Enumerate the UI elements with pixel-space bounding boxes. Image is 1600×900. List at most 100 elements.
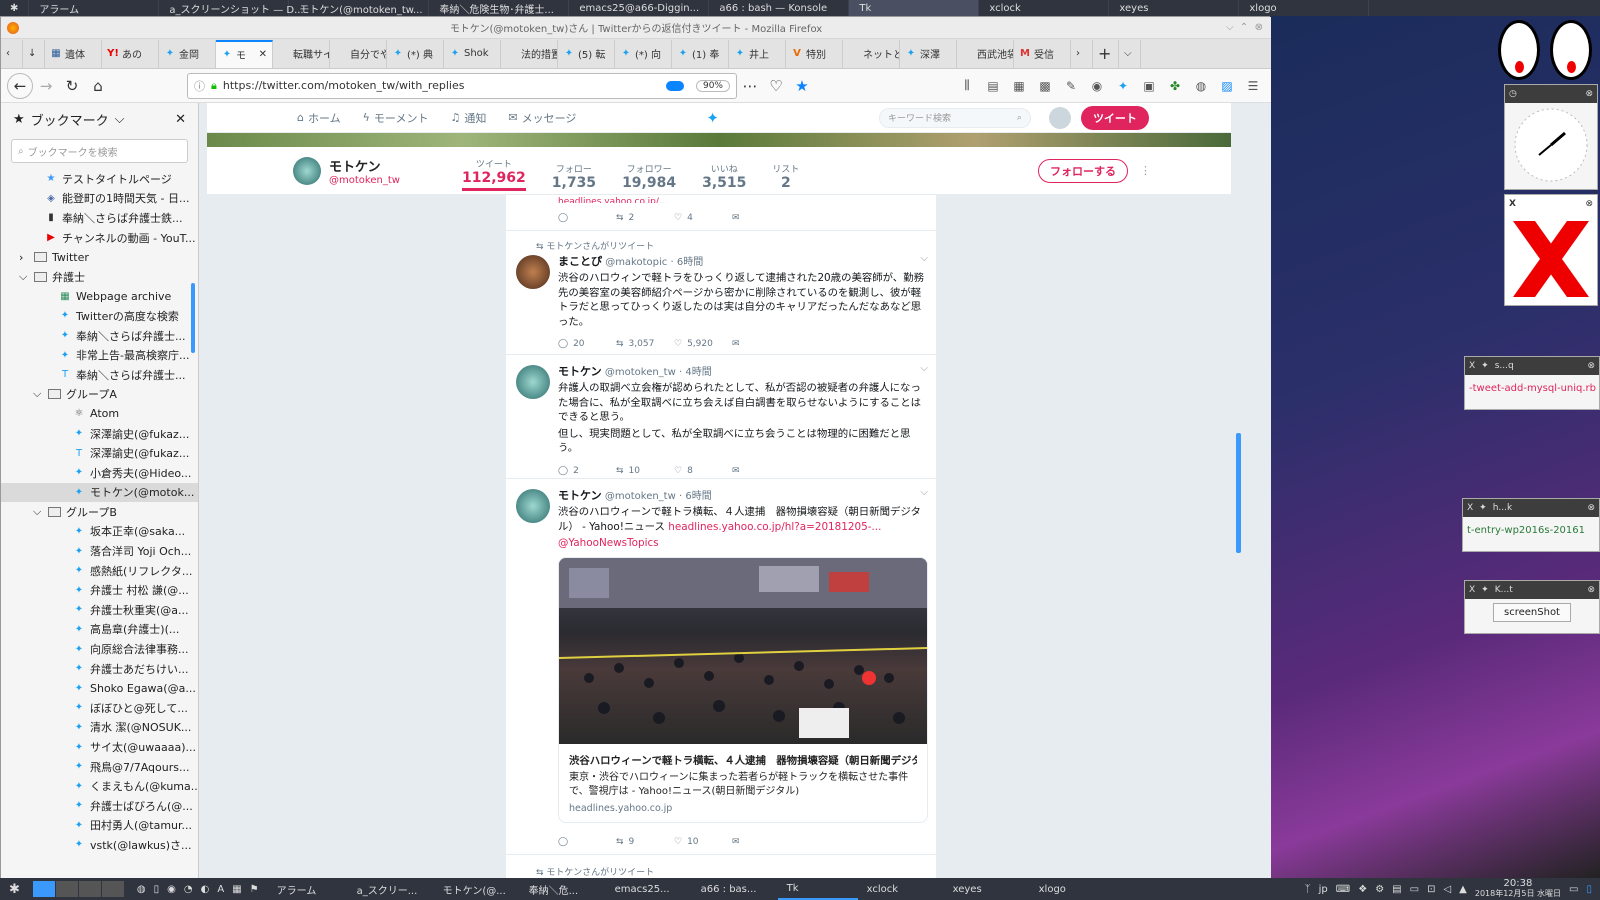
nav-messages[interactable]: ✉ メッセージ — [508, 110, 576, 126]
close-icon[interactable]: ✕ — [175, 112, 186, 127]
bookmark-folder[interactable]: › Twitter — [1, 247, 198, 267]
taskbar-window-item[interactable]: a66 : bas... — [692, 878, 778, 900]
bookmark-item[interactable]: ✦ くまえもん(@kuma... — [1, 776, 198, 796]
tweet-mention[interactable]: @YahooNewsTopics — [558, 536, 928, 551]
bookmark-item[interactable]: ✦ 高島章(弁護士)(... — [1, 620, 198, 640]
tab-16[interactable]: 西武池袋 — [957, 39, 1014, 68]
sidebar-header[interactable]: ★ ブックマーク ⌵ ✕ — [1, 103, 198, 135]
quicklaunch-icons[interactable]: ◍ ▯ ◉ ◔ ◐ A ▦ ⚑ — [128, 878, 268, 900]
browser-launcher-icon[interactable]: ◍ — [137, 884, 146, 895]
bookmark-item[interactable]: ⚛ Atom — [1, 404, 198, 424]
dm-icon[interactable]: ✉ — [732, 213, 790, 223]
reload-button[interactable]: ↻ — [59, 73, 85, 99]
tab-13[interactable]: V 特別 — [786, 39, 843, 68]
profile-stat-2[interactable]: フォロワー 19,984 — [622, 162, 676, 191]
tab-1[interactable]: Y! あの — [102, 39, 159, 68]
top-taskbar-item[interactable]: xlogo — [1239, 0, 1370, 16]
tray-network-icon[interactable]: ▭ — [1410, 884, 1419, 895]
bookmark-item[interactable]: ✦ 田村勇人(@tamur... — [1, 816, 198, 836]
chevron-down-icon[interactable]: ⌵ — [115, 112, 125, 127]
tabs-scroll-right[interactable]: › — [1071, 39, 1093, 68]
tray-clipboard-icon[interactable]: ▤ — [1392, 884, 1401, 895]
tab-14[interactable]: ネットと著 — [843, 39, 900, 68]
bookmark-item[interactable]: ✦ 弁護士あだちけい... — [1, 659, 198, 679]
home-button[interactable]: ⌂ — [85, 73, 111, 99]
top-taskbar-item[interactable]: a66 : bash — Konsole — [709, 0, 850, 16]
bookmark-item[interactable]: ✦ 深澤諭史(@fukaz... — [1, 424, 198, 444]
tk-window-1-titlebar[interactable]: X ✦ s...q ⊗ — [1465, 357, 1599, 375]
bookmark-folder[interactable]: ⌵ グループB — [1, 502, 198, 522]
tweet-avatar[interactable] — [516, 489, 550, 523]
toggle-icon[interactable] — [665, 80, 684, 91]
tab-10[interactable]: ✦ (*) 向 — [615, 39, 672, 68]
bookmark-item[interactable]: ◈ 能登町の1時間天気 - 日... — [1, 189, 198, 209]
reply-icon[interactable]: ◯ 2 — [558, 466, 616, 476]
tk-window-3-titlebar[interactable]: X ✦ K...t ⊗ — [1465, 581, 1599, 599]
bookmark-item[interactable]: ✦ 落合洋司 Yoji Och... — [1, 541, 198, 561]
reply-icon[interactable]: ◯ — [558, 837, 616, 847]
tk-window-1[interactable]: X ✦ s...q ⊗ -tweet-add-mysql-uniq.rb — [1464, 356, 1600, 410]
sidebar-scrollbar[interactable] — [191, 283, 195, 353]
tab-7[interactable]: ✦ Shok — [444, 39, 501, 68]
profile-handle[interactable]: @motoken_tw — [329, 175, 449, 186]
bookmark-item[interactable]: ✦ 清水 潔(@NOSUK... — [1, 718, 198, 738]
profile-stat-1[interactable]: フォロー 1,735 — [552, 162, 596, 191]
flag-launcher-icon[interactable]: ⚑ — [250, 884, 259, 895]
back-button[interactable]: ← — [7, 72, 33, 99]
monitor-launcher-icon[interactable]: ▦ — [232, 884, 241, 895]
tray-antenna-icon[interactable]: ᛉ — [1305, 884, 1311, 895]
library-icon[interactable]: ⫼ — [957, 76, 977, 96]
bookmark-star-icon[interactable]: ★ — [789, 73, 815, 99]
screenshot-extension-icon[interactable]: ▨ — [1217, 76, 1237, 96]
retweet-icon[interactable]: ⇆ 2 — [616, 213, 674, 223]
top-taskbar-item[interactable]: a_スクリーンショット — D... — [159, 0, 304, 16]
tk-window-2[interactable]: X ✦ h...k ⊗ t-entry-wp2016s-20161 — [1462, 498, 1600, 552]
tab-4[interactable]: 転職サイ — [273, 39, 330, 68]
taskbar-window-item[interactable]: モトケン(@... — [434, 878, 520, 900]
pin-icon[interactable]: ✦ — [1481, 361, 1489, 371]
tweet-item[interactable]: ⌵ モトケン @motoken_tw · 4時間 弁護人の取調べ立会権が認められ… — [506, 355, 936, 479]
bookmark-item[interactable]: ✦ 弁護士秋重実(@a... — [1, 600, 198, 620]
bookmark-search-input[interactable]: ⌕ ブックマークを検索 — [11, 139, 188, 163]
tab-close-icon[interactable]: ✕ — [259, 49, 267, 60]
bookmark-item[interactable]: ✦ 坂本正幸(@saka... — [1, 522, 198, 542]
screenshot-button[interactable]: screenShot — [1493, 603, 1571, 622]
zoom-level[interactable]: 90% — [695, 79, 730, 92]
extensions-grid-icon[interactable]: ▩ — [1035, 76, 1055, 96]
tab-9[interactable]: ✦ (5) 転 — [558, 39, 615, 68]
tab-6[interactable]: ✦ (*) 典 — [387, 39, 444, 68]
close-icon[interactable]: ⊗ — [1587, 585, 1595, 595]
nav-moments[interactable]: ϟ モーメント — [363, 110, 429, 126]
taskbar-window-item[interactable]: xclock — [858, 878, 944, 900]
bookmark-item[interactable]: ✦ 向原総合法律事務... — [1, 639, 198, 659]
dm-icon[interactable]: ✉ — [732, 837, 790, 847]
dm-icon[interactable]: ✉ — [732, 339, 790, 349]
evernote-icon[interactable]: ◉ — [1087, 76, 1107, 96]
tweet-item[interactable]: ⌵ モトケン @motoken_tw · 6時間 渋谷のハロウィーンで軽トラ横転… — [506, 479, 936, 855]
xeyes-window[interactable] — [1498, 20, 1598, 82]
tray-gear-icon[interactable]: ⚙ — [1375, 884, 1384, 895]
tray-window-icon[interactable]: ▯ — [1586, 884, 1592, 895]
tweet-item[interactable]: ⇆ モトケンさんがリツイート ⌵ まことぴ @makotopic · 6時間 渋… — [506, 231, 936, 355]
retweet-icon[interactable]: ⇆ 10 — [616, 466, 674, 476]
kde-menu-icon[interactable]: ✱ — [0, 0, 30, 16]
tray-volume-icon[interactable]: ◁ — [1443, 884, 1451, 895]
top-taskbar-item[interactable]: モトケン(@motoken_tw... — [289, 0, 430, 16]
tab-8[interactable]: 法的措置 — [501, 39, 558, 68]
bookmark-folder[interactable]: ⌵ グループA — [1, 385, 198, 405]
nav-notifications[interactable]: ♫ 通知 — [450, 110, 486, 126]
taskbar-window-item[interactable]: xeyes — [944, 878, 1030, 900]
tweet-link[interactable]: headlines.yahoo.co.jp/hl?a=20181205-... — [668, 521, 881, 533]
reply-icon[interactable]: ◯ 20 — [558, 339, 616, 349]
window-titlebar[interactable]: モトケン(@motoken_tw)さん | Twitterからの返信付きツイート… — [1, 17, 1271, 39]
tweet-avatar[interactable] — [516, 255, 550, 289]
bookmark-item[interactable]: ✦ サイ太(@uwaaaa)... — [1, 737, 198, 757]
url-bar[interactable]: ⓘ 🔒︎ https://twitter.com/motoken_tw/with… — [187, 72, 737, 99]
keyboard-layout[interactable]: jp — [1319, 884, 1328, 895]
pen-icon[interactable]: ✎ — [1061, 76, 1081, 96]
link-card[interactable]: 渋谷ハロウィーンで軽トラ横転、４人逮捕 器物損壊容疑（朝日新聞デジタ... 東京… — [558, 556, 928, 823]
bookmark-item[interactable]: ✦ 奉納＼さらば弁護士... — [1, 326, 198, 346]
bookmark-item[interactable]: ✦ 飛鳥@7/7Aqours... — [1, 757, 198, 777]
like-icon[interactable]: ♡ 5,920 — [674, 339, 732, 349]
taskbar-window-item[interactable]: a_スクリー... — [348, 878, 434, 900]
